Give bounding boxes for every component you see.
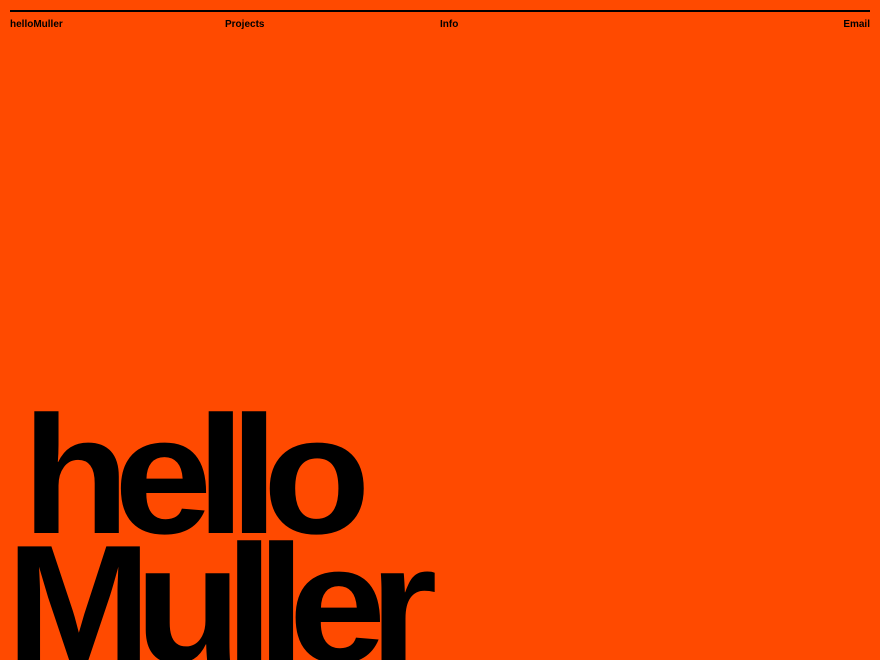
registered-trademark-icon: R	[383, 624, 403, 644]
top-divider	[10, 10, 870, 12]
brand-link[interactable]: helloMuller	[10, 18, 63, 32]
hero-wordmark: hello Muller R	[0, 0, 880, 660]
hero-line-hello: hello	[22, 381, 371, 569]
nav-link-projects[interactable]: Projects	[225, 18, 264, 32]
top-nav: helloMuller Projects Info Email	[10, 18, 870, 32]
nav-link-email[interactable]: Email	[843, 18, 870, 32]
hero-line-muller: Muller	[6, 510, 437, 660]
nav-link-info[interactable]: Info	[440, 18, 458, 32]
